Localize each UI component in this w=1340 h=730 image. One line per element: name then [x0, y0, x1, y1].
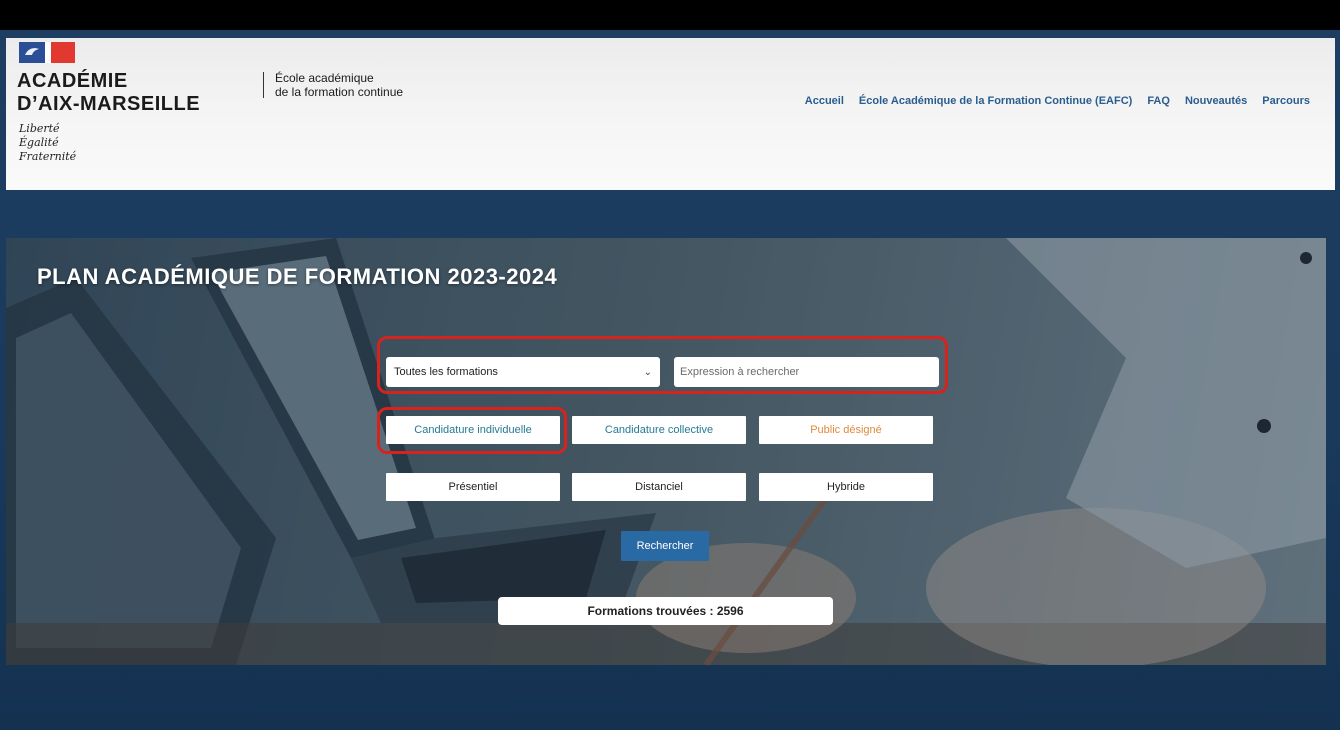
formation-type-select[interactable]: Toutes les formations ⌄ — [386, 357, 660, 387]
marianne-icon — [25, 48, 39, 55]
formation-type-select-value: Toutes les formations — [394, 366, 498, 378]
main-nav: Accueil École Académique de la Formation… — [805, 95, 1310, 107]
nav-link-eafc[interactable]: École Académique de la Formation Continu… — [859, 95, 1132, 107]
motto-line: Égalité — [19, 136, 59, 149]
school-line-2: de la formation continue — [275, 85, 404, 99]
school-line-1: École académique — [275, 71, 374, 85]
motto-line: Liberté — [19, 122, 60, 135]
hybride-button[interactable]: Hybride — [759, 473, 933, 501]
academy-logo-text[interactable]: ACADÉMIE D’AIX-MARSEILLE — [17, 70, 200, 116]
candidature-individuelle-button[interactable]: Candidature individuelle — [386, 416, 560, 444]
header-divider — [263, 72, 264, 98]
nav-link-nouveautes[interactable]: Nouveautés — [1185, 95, 1247, 107]
nav-link-parcours[interactable]: Parcours — [1262, 95, 1310, 107]
hero-title: PLAN ACADÉMIQUE DE FORMATION 2023-2024 — [37, 264, 558, 289]
nav-link-accueil[interactable]: Accueil — [805, 95, 844, 107]
logo-line-1: ACADÉMIE — [17, 70, 128, 92]
candidature-collective-button[interactable]: Candidature collective — [572, 416, 746, 444]
chevron-down-icon: ⌄ — [643, 366, 652, 378]
republic-motto: Liberté Égalité Fraternité — [19, 122, 76, 164]
distanciel-button[interactable]: Distanciel — [572, 473, 746, 501]
nav-link-faq[interactable]: FAQ — [1147, 95, 1170, 107]
results-count: Formations trouvées : 2596 — [498, 597, 833, 625]
public-designe-button[interactable]: Public désigné — [759, 416, 933, 444]
republic-flag-logo — [19, 42, 75, 63]
presentiel-button[interactable]: Présentiel — [386, 473, 560, 501]
search-hero: PLAN ACADÉMIQUE DE FORMATION 2023-2024 T… — [6, 238, 1326, 665]
rechercher-button[interactable]: Rechercher — [621, 531, 709, 561]
site-header: ACADÉMIE D’AIX-MARSEILLE Liberté Égalité… — [6, 38, 1335, 190]
logo-line-2: D’AIX-MARSEILLE — [17, 93, 201, 115]
motto-line: Fraternité — [19, 150, 77, 163]
search-input[interactable] — [674, 357, 939, 387]
school-name: École académique de la formation continu… — [275, 71, 403, 99]
